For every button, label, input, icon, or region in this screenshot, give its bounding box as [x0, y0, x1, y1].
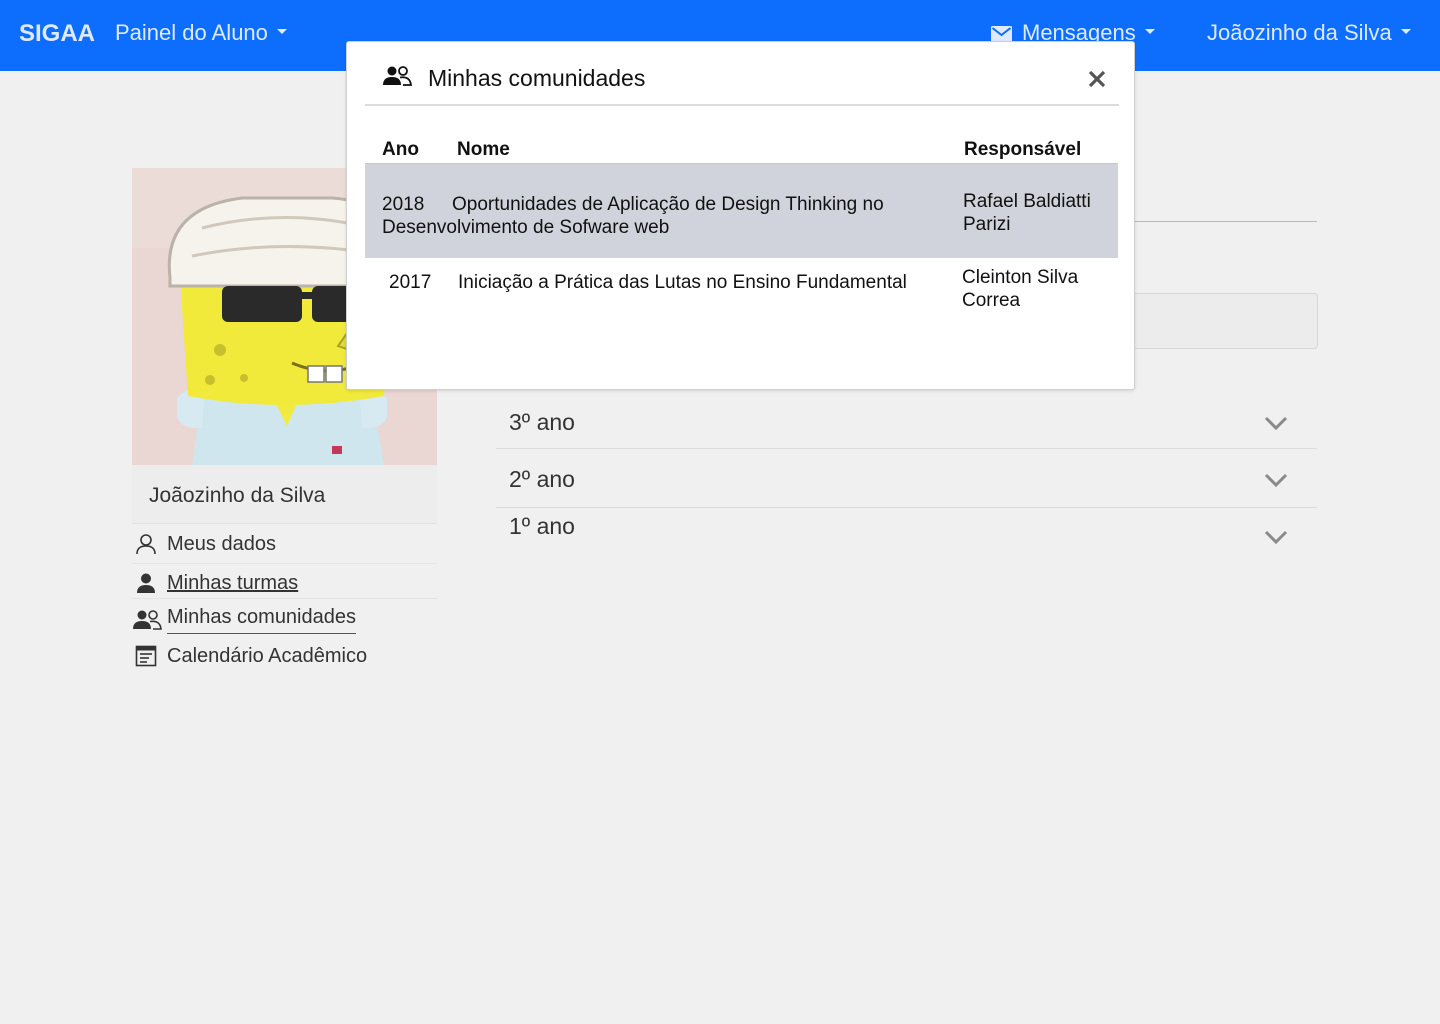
accordion-label: 2º ano: [509, 466, 575, 492]
sidebar-item-label: Calendário Acadêmico: [167, 644, 368, 667]
chevron-down-icon: [1264, 530, 1288, 545]
profile-name-card: Joãozinho da Silva: [132, 465, 437, 524]
column-header-owner: Responsável: [964, 139, 1082, 160]
column-header-year: Ano: [382, 139, 419, 160]
row-name[interactable]: Oportunidades de Aplicação de Design Thi…: [452, 193, 884, 216]
communities-modal: Minhas comunidades Ano Nome Responsável …: [346, 41, 1135, 390]
sidebar-divider: [132, 563, 437, 564]
person-filled-icon: [133, 570, 159, 596]
accordion-label: 1º ano: [509, 513, 575, 539]
caret-down-icon: [1144, 28, 1155, 34]
profile-name: Joãozinho da Silva: [149, 484, 326, 507]
sidebar-divider: [132, 598, 437, 599]
brand-logo[interactable]: SIGAA: [19, 20, 95, 48]
person-outline-icon: [133, 531, 159, 557]
row-name[interactable]: Iniciação a Prática das Lutas no Ensino …: [458, 271, 907, 294]
sidebar-item-meus-dados[interactable]: Meus dados: [132, 531, 437, 557]
accordion-item-1-ano[interactable]: 1º ano: [496, 508, 1317, 564]
sidebar-item-minhas-turmas[interactable]: Minhas turmas: [132, 570, 437, 596]
calendar-icon: [133, 643, 159, 669]
people-icon: [383, 66, 412, 86]
row-owner: Rafael Baldiatti: [963, 191, 1091, 212]
chevron-down-icon: [1264, 416, 1288, 431]
search-box-partial[interactable]: [1134, 293, 1318, 349]
sidebar-item-minhas-comunidades[interactable]: Minhas comunidades: [132, 606, 437, 634]
user-dropdown[interactable]: Joãozinho da Silva: [1207, 20, 1411, 46]
mail-icon: [991, 26, 1012, 42]
column-header-name: Nome: [457, 139, 510, 160]
section-divider: [1134, 221, 1317, 222]
accordion-divider: [496, 448, 1317, 449]
sidebar-item-calendario[interactable]: Calendário Acadêmico: [132, 643, 437, 669]
row-name-continued[interactable]: Desenvolvimento de Sofware web: [382, 216, 669, 239]
panel-dropdown[interactable]: Painel do Aluno: [115, 20, 287, 46]
people-icon: [132, 607, 162, 633]
caret-down-icon: [1400, 28, 1411, 34]
row-year: 2017: [389, 272, 432, 293]
panel-dropdown-label: Painel do Aluno: [115, 20, 268, 45]
modal-divider: [365, 104, 1119, 106]
row-owner-continued: Parizi: [963, 214, 1011, 235]
row-year: 2018: [382, 194, 425, 215]
close-icon[interactable]: [1087, 69, 1107, 89]
chevron-down-icon: [1264, 473, 1288, 488]
accordion-item-3-ano[interactable]: 3º ano: [496, 393, 1317, 449]
caret-down-icon: [276, 28, 287, 34]
sidebar-item-label: Minhas turmas: [167, 571, 299, 594]
sidebar-item-label: Meus dados: [167, 532, 276, 555]
accordion-label: 3º ano: [509, 409, 575, 435]
modal-title: Minhas comunidades: [428, 65, 646, 91]
sidebar-item-label: Minhas comunidades: [167, 606, 356, 634]
row-owner-continued: Correa: [962, 290, 1021, 311]
accordion-item-2-ano[interactable]: 2º ano: [496, 450, 1317, 506]
user-dropdown-label: Joãozinho da Silva: [1207, 20, 1392, 45]
row-owner: Cleinton Silva: [962, 267, 1079, 288]
